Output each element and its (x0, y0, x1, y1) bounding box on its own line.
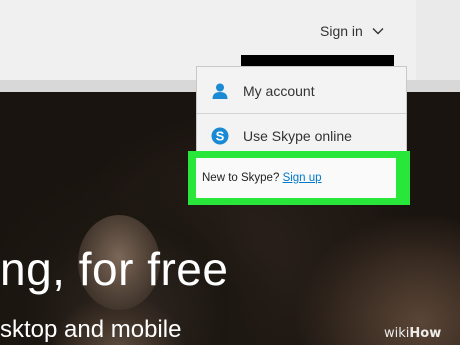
menu-item-label: My account (243, 83, 315, 99)
wikihow-watermark: wikiHow (384, 326, 441, 341)
new-to-skype-prompt: New to Skype? Sign up (202, 172, 322, 184)
sign-in-label: Sign in (320, 23, 363, 39)
chevron-down-icon (372, 28, 384, 35)
sign-in-menu-button[interactable]: Sign in (320, 23, 384, 39)
new-to-skype-text: New to Skype? (202, 172, 280, 184)
svg-text:S: S (216, 129, 225, 144)
menu-item-label: Use Skype online (243, 128, 352, 144)
menu-item-my-account[interactable]: My account (197, 69, 406, 113)
watermark-part1: wiki (384, 326, 410, 341)
hero-subline: sktop and mobile (0, 316, 182, 343)
person-icon (212, 83, 228, 99)
sign-up-link[interactable]: Sign up (283, 172, 322, 184)
skype-icon: S (211, 127, 229, 145)
hero-headline: ng, for free (0, 243, 229, 295)
watermark-part2: How (409, 326, 442, 341)
